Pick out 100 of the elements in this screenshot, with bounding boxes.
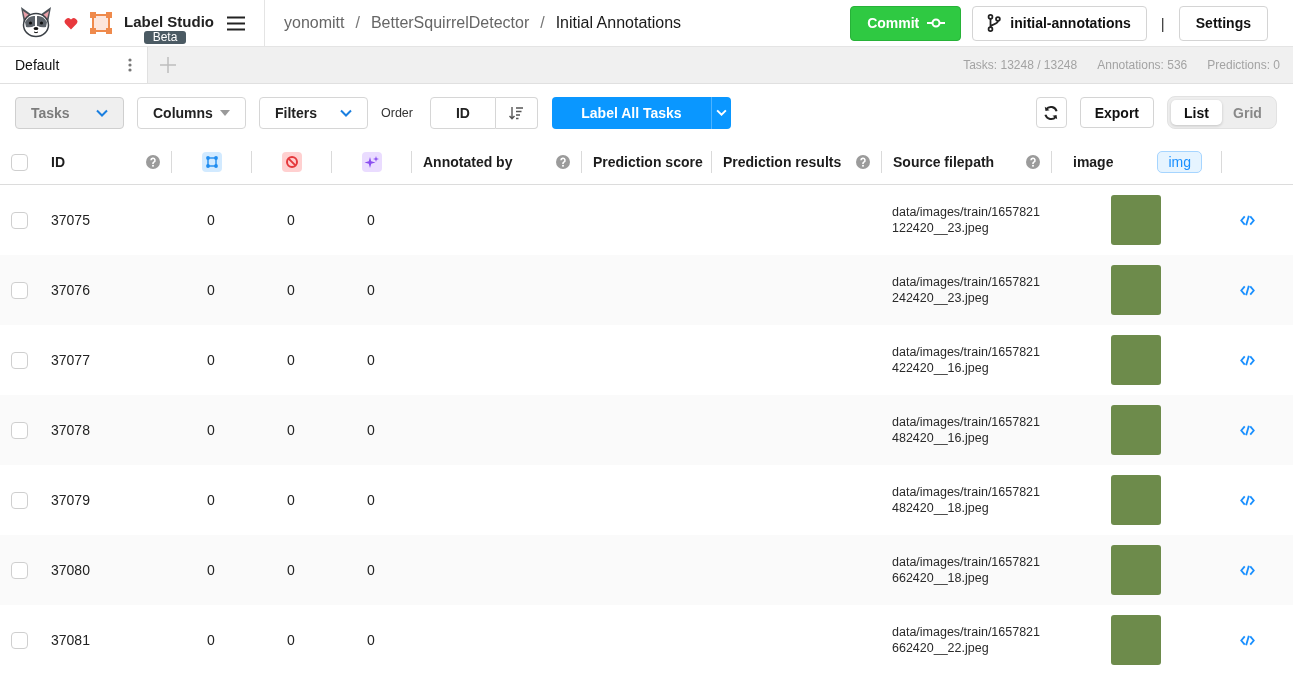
filepath-cell-text: data/images/train/1657821662420__18.jpeg	[892, 554, 1042, 586]
data-type-badge: img	[1157, 151, 1202, 173]
settings-button[interactable]: Settings	[1178, 5, 1268, 41]
count-cell: 0	[367, 352, 375, 368]
branch-icon	[987, 14, 1002, 32]
filepath-cell-text: data/images/train/1657821482420__18.jpeg	[892, 484, 1042, 516]
count-cell: 0	[287, 282, 295, 298]
count-cell: 0	[367, 422, 375, 438]
code-icon[interactable]	[1240, 564, 1255, 576]
id-cell: 37081	[51, 632, 90, 648]
code-icon[interactable]	[1240, 494, 1255, 506]
photo-placeholder	[1111, 335, 1161, 385]
filepath-cell-text: data/images/train/1657821482420__16.jpeg	[892, 414, 1042, 446]
code-icon[interactable]	[1240, 284, 1255, 296]
column-header[interactable]: Prediction score	[593, 154, 703, 170]
menu-icon[interactable]	[227, 15, 245, 31]
filepath-cell-text: data/images/train/1657821662420__22.jpeg	[892, 624, 1042, 656]
commit-icon	[927, 18, 946, 28]
tab[interactable]: Default	[0, 47, 148, 83]
ban-icon[interactable]	[281, 152, 302, 172]
count-cell: 0	[207, 562, 215, 578]
table-row[interactable]: 37078 0 0 0 data/images/train/1657821482420__16.jpeg	[0, 395, 1293, 465]
order-label: Order	[381, 105, 413, 120]
code-icon[interactable]	[1240, 354, 1255, 366]
row-checkbox[interactable]	[11, 211, 28, 229]
column-header[interactable]: ID	[51, 154, 65, 170]
photo-placeholder	[1111, 545, 1161, 595]
stat-text: Tasks: 13248 / 13248	[963, 58, 1078, 72]
column-header[interactable]: Prediction results	[723, 154, 842, 170]
bounding-box-icon[interactable]	[201, 152, 222, 172]
columns-dropdown[interactable]: Columns	[137, 96, 246, 129]
sort-button[interactable]	[495, 96, 538, 129]
breadcrumb-link[interactable]: yonomitt	[284, 14, 345, 32]
branch-button[interactable]: initial-annotations	[972, 5, 1147, 41]
code-icon[interactable]	[1240, 424, 1255, 436]
count-cell: 0	[287, 632, 295, 648]
count-cell: 0	[287, 422, 295, 438]
id-cell: 37077	[51, 352, 90, 368]
photo-placeholder	[1111, 475, 1161, 525]
breadcrumb-separator: /	[540, 14, 545, 32]
column-header[interactable]: image	[1073, 154, 1114, 170]
photo-placeholder	[1111, 195, 1161, 245]
table-row[interactable]: 37080 0 0 0 data/images/train/1657821662420__18.jpeg	[0, 535, 1293, 605]
refresh-icon	[1043, 104, 1060, 121]
photo-placeholder	[1111, 615, 1161, 665]
count-cell: 0	[367, 632, 375, 648]
order-field-button[interactable]: ID	[429, 96, 496, 129]
view-tab[interactable]: List	[1171, 100, 1222, 125]
sparkle-icon[interactable]	[361, 152, 382, 172]
breadcrumb-link[interactable]: BetterSquirrelDetector	[370, 14, 530, 32]
label-options-button[interactable]	[710, 96, 731, 129]
breadcrumb-current: Initial Annotations	[555, 14, 682, 32]
count-cell: 0	[367, 492, 375, 508]
select-all-checkbox[interactable]	[11, 153, 28, 171]
code-icon[interactable]	[1240, 634, 1255, 646]
code-icon[interactable]	[1240, 214, 1255, 226]
refresh-button[interactable]	[1035, 97, 1067, 128]
count-cell: 0	[287, 212, 295, 228]
row-checkbox[interactable]	[11, 281, 28, 299]
row-checkbox[interactable]	[11, 561, 28, 579]
id-cell: 37080	[51, 562, 90, 578]
export-button[interactable]: Export	[1079, 97, 1154, 128]
sort-icon	[509, 105, 524, 120]
count-cell: 0	[207, 492, 215, 508]
row-checkbox[interactable]	[11, 421, 28, 439]
column-header[interactable]: Annotated by	[423, 154, 513, 170]
stat-text: Annotations: 536	[1097, 58, 1188, 72]
count-cell: 0	[367, 282, 375, 298]
filepath-cell-text: data/images/train/1657821422420__16.jpeg	[892, 344, 1042, 376]
chevron-down-icon	[715, 109, 727, 116]
caret-down-icon	[220, 109, 230, 116]
chevron-down-icon	[340, 108, 352, 117]
row-checkbox[interactable]	[11, 351, 28, 369]
count-cell: 0	[207, 422, 215, 438]
count-cell: 0	[367, 562, 375, 578]
stat-text: Predictions: 0	[1207, 58, 1280, 72]
count-cell: 0	[207, 282, 215, 298]
count-cell: 0	[287, 352, 295, 368]
count-cell: 0	[207, 632, 215, 648]
filepath-cell-text: data/images/train/1657821122420__23.jpeg	[892, 204, 1042, 236]
chevron-down-icon	[96, 108, 108, 117]
column-header[interactable]: Source filepath	[893, 154, 995, 170]
count-cell: 0	[207, 352, 215, 368]
table-row[interactable]: 37076 0 0 0 data/images/train/1657821242420__23.jpeg	[0, 255, 1293, 325]
row-checkbox[interactable]	[11, 491, 28, 509]
row-checkbox[interactable]	[11, 631, 28, 649]
filepath-cell-text: data/images/train/1657821242420__23.jpeg	[892, 274, 1042, 306]
count-cell: 0	[287, 562, 295, 578]
square-logo-icon	[90, 12, 112, 34]
id-cell: 37076	[51, 282, 90, 298]
breadcrumb-separator: /	[355, 14, 360, 32]
heart-icon	[64, 16, 78, 30]
divider-text: |	[1160, 14, 1165, 32]
beta-badge: Beta	[143, 31, 187, 44]
id-cell: 37075	[51, 212, 90, 228]
photo-placeholder	[1111, 265, 1161, 315]
filters-dropdown[interactable]: Filters	[259, 96, 368, 129]
kebab-menu-icon[interactable]	[128, 58, 132, 72]
photo-placeholder	[1111, 405, 1161, 455]
count-cell: 0	[287, 492, 295, 508]
